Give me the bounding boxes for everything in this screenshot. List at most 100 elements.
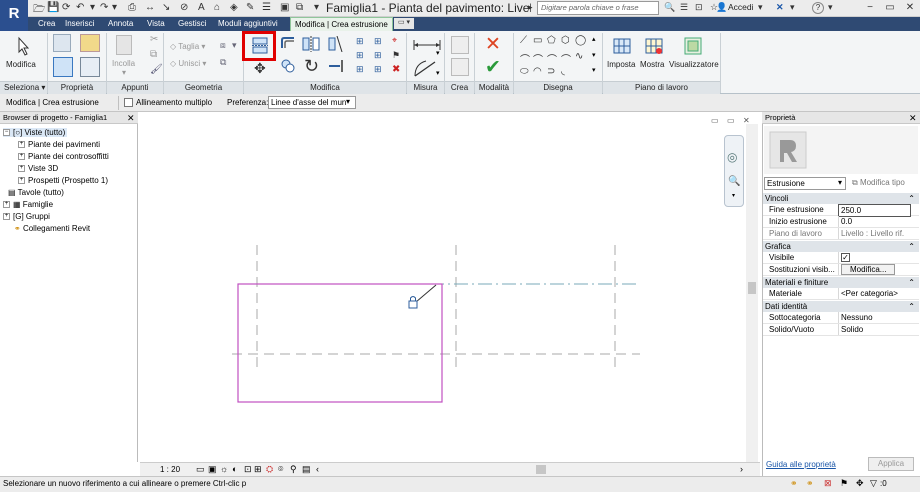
reveal-hidden-icon[interactable]: ⌾	[278, 464, 283, 475]
draw-expand-icon[interactable]: ▾	[592, 66, 596, 74]
type-selector[interactable]: Estrusione	[764, 177, 846, 190]
trim-extend-icon[interactable]	[328, 59, 346, 73]
properties-icon[interactable]	[53, 57, 73, 77]
cut-geometry-button[interactable]: ◇ Taglia ▾	[170, 42, 205, 51]
measure-qa-icon[interactable]: ↔	[145, 2, 155, 13]
application-menu-button[interactable]: R	[0, 0, 28, 34]
copy-icon[interactable]: ⧉	[150, 49, 157, 60]
tree-item-elevations[interactable]: + Prospetti (Prospetto 1)	[18, 176, 108, 185]
overrides-edit-button[interactable]: Modifica...	[841, 264, 896, 275]
switch-windows-icon[interactable]: ⧉	[296, 2, 303, 13]
tab-moduli-aggiuntivi[interactable]: Moduli aggiuntivi	[214, 17, 282, 31]
tree-item-3d-views[interactable]: + Viste 3D	[18, 164, 58, 173]
mirror-draw-icon[interactable]	[328, 36, 346, 52]
show-workplane-button[interactable]: Mostra	[640, 34, 668, 79]
draw-arc-tangent-icon[interactable]: ⌒	[547, 51, 557, 66]
section-icon[interactable]: ◈	[230, 2, 238, 13]
draw-partial-ellipse-icon[interactable]: ◟	[561, 66, 565, 77]
tab-modifica-crea-estrusione[interactable]: Modifica | Crea estrusione	[290, 17, 393, 31]
draw-arc-center-icon[interactable]: ⌒	[533, 51, 543, 66]
tree-item-floor-plans[interactable]: + Piante dei pavimenti	[18, 140, 100, 149]
select-underlay-icon[interactable]: ⊠	[824, 478, 832, 489]
expand-icon[interactable]: +	[18, 177, 25, 185]
exchange-apps-icon[interactable]: ✕	[776, 2, 784, 13]
draw-rectangle-icon[interactable]: ▭	[533, 35, 542, 46]
family-category-icon[interactable]	[80, 57, 100, 77]
temp-hide-icon[interactable]: ⛭	[266, 464, 273, 475]
user-icon[interactable]: 👤	[716, 2, 727, 13]
view-scale[interactable]: 1 : 20	[160, 465, 180, 474]
redo-dropdown-icon[interactable]: ▾	[112, 2, 117, 13]
properties-close-icon[interactable]: ✕	[909, 112, 917, 124]
tab-inserisci[interactable]: Inserisci	[61, 17, 98, 31]
create-group-icon[interactable]	[451, 58, 469, 76]
maximize-icon[interactable]: ▭	[880, 0, 900, 17]
scale-icon[interactable]: ⊞	[374, 50, 382, 61]
move-icon[interactable]: ✥	[254, 60, 266, 77]
delete-icon[interactable]: ✖	[392, 64, 400, 75]
expand-icon[interactable]: +	[18, 141, 25, 149]
tab-vista[interactable]: Vista	[143, 17, 169, 31]
signin-button[interactable]: Accedi	[728, 2, 754, 12]
draw-arc-start-icon[interactable]: ⌒	[520, 51, 530, 66]
split-gap-icon[interactable]: ⊞	[374, 36, 382, 47]
close-hidden-icon[interactable]: ▣	[280, 2, 289, 13]
set-workplane-button[interactable]: Imposta	[605, 34, 639, 79]
save-icon[interactable]: 💾	[47, 2, 59, 13]
collapse-group-icon[interactable]: ⌃	[908, 301, 915, 312]
properties-help-link[interactable]: Guida alle proprietà	[766, 460, 836, 469]
signin-dropdown-icon[interactable]: ▾	[758, 2, 763, 13]
expand-icon[interactable]: +	[18, 153, 25, 161]
geometry-dropdown-icon[interactable]: ▾	[232, 40, 237, 51]
type-dropdown-icon[interactable]: ▾	[838, 178, 842, 187]
tab-annota[interactable]: Annota	[104, 17, 137, 31]
tag-icon[interactable]: ⊘	[180, 2, 188, 13]
zoom-dropdown-icon[interactable]: ▾	[732, 192, 735, 199]
draw-spline-icon[interactable]: ∿	[575, 51, 583, 62]
padlock-icon[interactable]	[408, 300, 418, 309]
rotate-icon[interactable]: ↻	[304, 56, 319, 77]
solid-void-value[interactable]: Solido	[838, 324, 911, 335]
tab-gestisci[interactable]: Gestisci	[174, 17, 210, 31]
visible-checkbox[interactable]: ✓	[841, 253, 850, 262]
modify-tool-button[interactable]: Modifica	[2, 33, 44, 79]
measure-dropdown-icon[interactable]: ▾	[436, 49, 440, 57]
join-geometry-button[interactable]: ◇ Unisci ▾	[170, 59, 206, 68]
search-expand-icon[interactable]: ▸	[528, 2, 533, 13]
dimension-dropdown-icon[interactable]: ▾	[436, 69, 440, 77]
shadows-icon[interactable]: ◐	[232, 464, 237, 474]
collapse-group-icon[interactable]: ⌃	[908, 277, 915, 288]
browser-close-icon[interactable]: ✕	[127, 112, 135, 124]
draw-polygon-icon[interactable]: ⬠	[547, 35, 556, 46]
tab-crea[interactable]: Crea	[34, 17, 59, 31]
dimension-icon[interactable]: ↘	[162, 2, 170, 13]
minimize-icon[interactable]: −	[860, 0, 880, 17]
match-properties-icon[interactable]: 🖌	[150, 64, 163, 75]
tree-item-sheets[interactable]: ▤ Tavole (tutto)	[8, 188, 64, 197]
text-icon[interactable]: A	[198, 2, 205, 13]
preference-dropdown-icon[interactable]: ▾	[346, 97, 350, 106]
tree-item-revit-links[interactable]: ⚭ Collegamenti Revit	[14, 224, 90, 233]
draw-half-ellipse-icon[interactable]: ◠	[533, 66, 542, 77]
group-graphics[interactable]: Grafica ⌃	[763, 241, 919, 252]
offset-icon[interactable]	[280, 36, 296, 50]
pin-icon[interactable]: ⚑	[392, 50, 400, 61]
analytical-icon[interactable]: ▤	[302, 464, 311, 475]
editable-only-icon[interactable]: ⚭	[790, 478, 798, 489]
group-materials[interactable]: Materiali e finiture ⌃	[763, 277, 919, 288]
paste-button[interactable]: Incolla ▾	[112, 35, 138, 79]
mirror-axis-icon[interactable]	[302, 36, 320, 52]
tree-item-ceiling-plans[interactable]: + Piante dei controsoffitti	[18, 152, 109, 161]
align-multiple-checkbox[interactable]	[124, 98, 133, 107]
cut-icon[interactable]: ✂	[150, 34, 158, 45]
constraints-icon[interactable]: ⚲	[290, 464, 297, 475]
cancel-edit-mode-icon[interactable]: ✕	[485, 33, 501, 56]
apply-button[interactable]: Applica	[868, 457, 914, 471]
start-extrusion-input[interactable]: 0.0	[838, 216, 911, 227]
3d-view-icon[interactable]: ⌂	[214, 2, 220, 13]
drag-elements-icon[interactable]: ✥	[856, 478, 864, 489]
group-constraints[interactable]: Vincoli ⌃	[763, 193, 919, 204]
wall-joins-icon[interactable]: ⧈	[220, 40, 226, 51]
exchange-dropdown-icon[interactable]: ▾	[790, 2, 795, 13]
steering-wheel-icon[interactable]: ◎	[727, 150, 737, 164]
